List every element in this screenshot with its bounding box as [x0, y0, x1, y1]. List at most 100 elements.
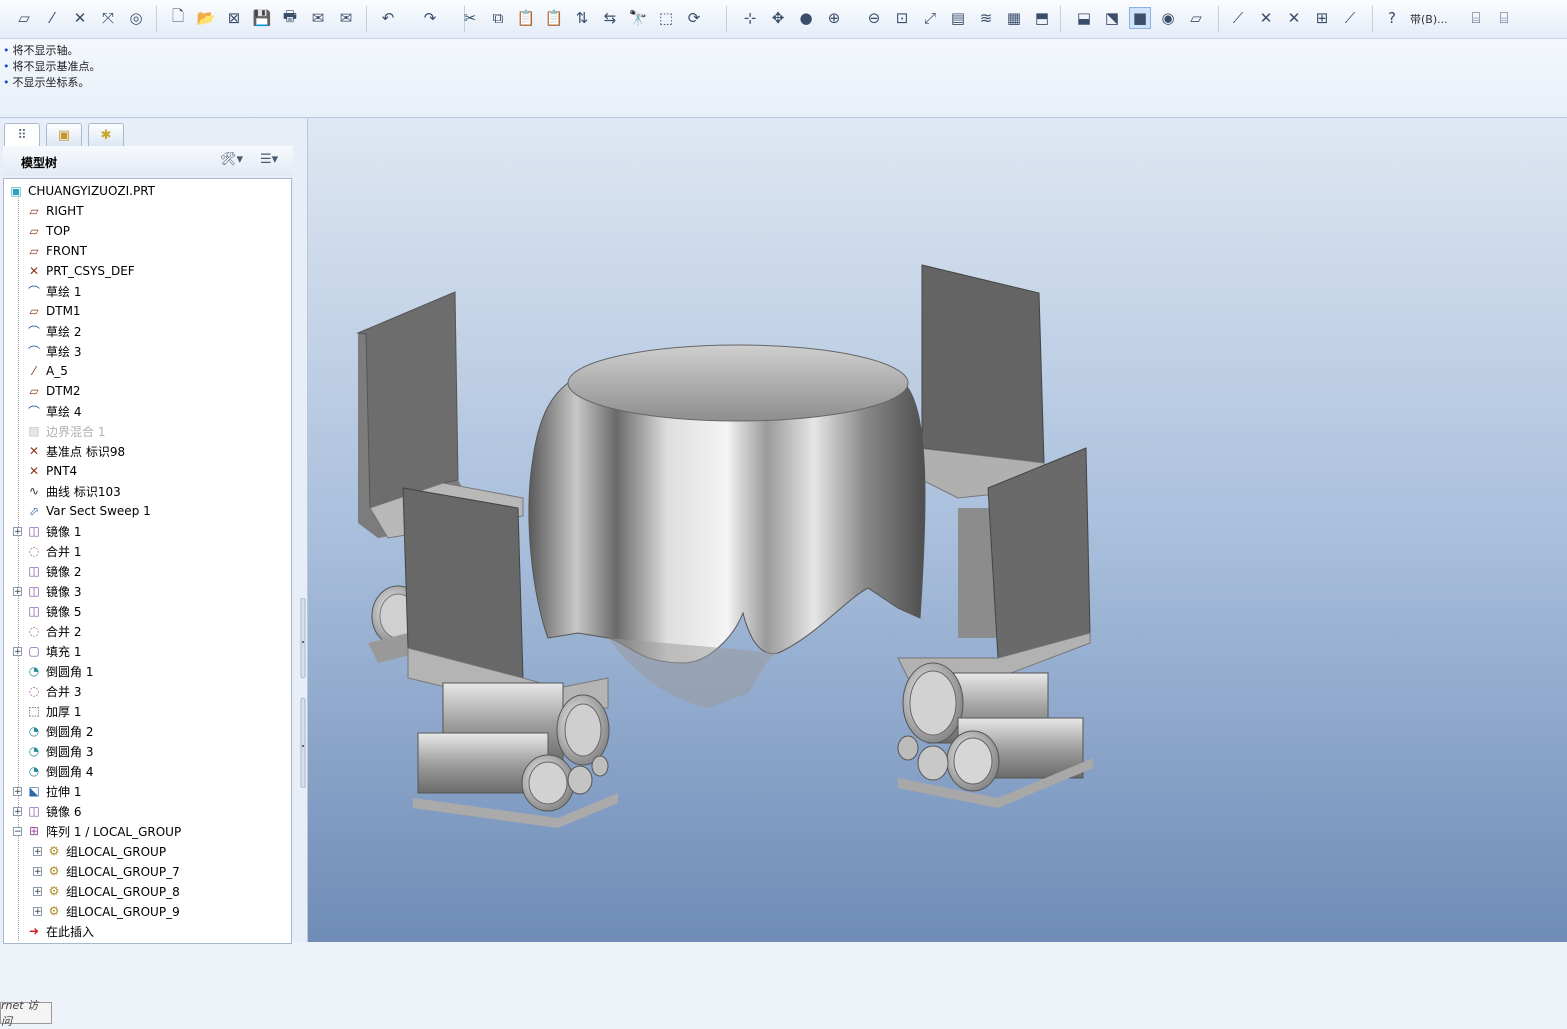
tree-item[interactable]: ∿ 曲线 标识103 — [26, 481, 121, 501]
select-box-icon[interactable]: ⬚ — [655, 7, 677, 29]
datum-plane-display-icon[interactable]: ▱ — [13, 7, 35, 29]
tree-expander-icon[interactable]: − — [13, 827, 22, 837]
tree-item[interactable]: ⬚ 加厚 1 — [26, 701, 81, 721]
enhanced-realism-icon[interactable]: ◉ — [1157, 7, 1179, 29]
repaint-icon[interactable]: ⟳ — [683, 7, 705, 29]
open-file-icon[interactable]: 📂 — [195, 7, 217, 29]
layers-icon[interactable]: ≋ — [975, 7, 997, 29]
tree-item[interactable]: ▢ 填充 1 — [26, 641, 81, 661]
analysis-icon[interactable]: ⌸ — [1493, 7, 1515, 29]
wireframe-icon[interactable]: ⬒ — [1031, 7, 1053, 29]
redo-icon[interactable]: ↷ — [419, 7, 441, 29]
cut-icon[interactable]: ✂ — [459, 7, 481, 29]
axis-tool-icon[interactable]: ⟋ — [1227, 7, 1249, 29]
regen-manager-icon[interactable]: ⇆ — [599, 7, 621, 29]
tree-show-icon[interactable]: ☰▾ — [260, 152, 278, 167]
tree-expander-icon[interactable]: + — [13, 647, 22, 657]
find-icon[interactable]: 🔭 — [627, 7, 649, 29]
orient-icon[interactable]: ⊹ — [739, 7, 761, 29]
favorites-tab[interactable]: ✱ — [88, 123, 124, 146]
tree-item[interactable]: ▨ 边界混合 1 — [26, 421, 105, 441]
tree-item[interactable]: ✕ 基准点 标识98 — [26, 441, 125, 461]
tree-item[interactable]: ⚙ 组LOCAL_GROUP_8 — [46, 881, 180, 901]
tree-item[interactable]: ◌ 合并 3 — [26, 681, 82, 701]
tree-item[interactable]: ▱ RIGHT — [26, 201, 83, 221]
spin-center-icon[interactable]: ◎ — [125, 7, 147, 29]
tree-item[interactable]: ⚙ 组LOCAL_GROUP — [46, 841, 166, 861]
tree-item[interactable]: ⊞ 阵列 1 / LOCAL_GROUP — [26, 821, 181, 841]
tree-item[interactable]: ⬀ Var Sect Sweep 1 — [26, 501, 151, 521]
measure-icon[interactable]: ⌸ — [1465, 7, 1487, 29]
refit-icon[interactable]: ⊡ — [891, 7, 913, 29]
tree-item[interactable]: ⌒ 草绘 1 — [26, 281, 81, 301]
regenerate-icon[interactable]: ⇅ — [571, 7, 593, 29]
save-icon[interactable]: 💾 — [251, 7, 273, 29]
annotation-icon[interactable]: ⊞ — [1311, 7, 1333, 29]
chair-model-render[interactable] — [308, 118, 1567, 942]
panel-splitter[interactable] — [300, 598, 306, 788]
display-style-label[interactable]: 带(B)... — [1410, 11, 1448, 27]
tree-item[interactable]: ⚙ 组LOCAL_GROUP_7 — [46, 861, 180, 881]
tree-expander-icon[interactable]: + — [13, 787, 22, 797]
tree-item[interactable]: ▱ DTM2 — [26, 381, 80, 401]
tree-item[interactable]: ◔ 倒圆角 1 — [26, 661, 94, 681]
tree-item[interactable]: ⚙ 组LOCAL_GROUP_9 — [46, 901, 180, 921]
print-icon[interactable]: 🖶 — [279, 7, 301, 29]
tree-item[interactable]: ▱ FRONT — [26, 241, 87, 261]
tree-expander-icon[interactable]: + — [13, 527, 22, 537]
paste-special-icon[interactable]: 📋 — [543, 7, 565, 29]
close-window-icon[interactable]: ⊠ — [223, 7, 245, 29]
zoom-in-icon[interactable]: ⊕ — [823, 7, 845, 29]
undo-icon[interactable]: ↶ — [377, 7, 399, 29]
tree-item[interactable]: ◌ 合并 2 — [26, 621, 82, 641]
tree-item[interactable]: ◫ 镜像 5 — [26, 601, 81, 621]
tree-item[interactable]: ⌒ 草绘 2 — [26, 321, 81, 341]
tree-item[interactable]: ⬕ 拉伸 1 — [26, 781, 81, 801]
tree-item[interactable]: ◫ 镜像 2 — [26, 561, 81, 581]
tree-item[interactable]: ◔ 倒圆角 4 — [26, 761, 94, 781]
csys-tool-icon[interactable]: ✕ — [1283, 7, 1305, 29]
new-file-icon[interactable]: 🗋 — [167, 7, 189, 29]
tree-item[interactable]: ▱ DTM1 — [26, 301, 80, 321]
tree-item[interactable]: ◔ 倒圆角 2 — [26, 721, 94, 741]
sketch-curve-icon[interactable]: ⟋ — [1339, 7, 1361, 29]
tree-item[interactable]: ⌒ 草绘 3 — [26, 341, 81, 361]
tree-item[interactable]: ▣ CHUANGYIZUOZI.PRT — [8, 181, 155, 201]
point-display-icon[interactable]: ✕ — [69, 7, 91, 29]
folder-browser-tab[interactable]: ▣ — [46, 123, 82, 146]
plane-tool-icon[interactable]: ▱ — [1185, 7, 1207, 29]
tree-expander-icon[interactable]: + — [33, 847, 42, 857]
hidden-line-icon[interactable]: ⬓ — [1073, 7, 1095, 29]
whats-this-icon[interactable]: ? — [1381, 7, 1403, 29]
tree-item[interactable]: ✕ PRT_CSYS_DEF — [26, 261, 135, 281]
view-orient-icon[interactable]: ⤢ — [919, 7, 941, 29]
tree-item[interactable]: ⁄ A_5 — [26, 361, 68, 381]
spin-icon[interactable]: ✥ — [767, 7, 789, 29]
view-manager-icon[interactable]: ▦ — [1003, 7, 1025, 29]
tree-expander-icon[interactable]: + — [13, 587, 22, 597]
point-tool-icon[interactable]: ✕ — [1255, 7, 1277, 29]
email-icon[interactable]: ✉ — [307, 7, 329, 29]
tree-item[interactable]: ◫ 镜像 6 — [26, 801, 81, 821]
render-sphere-icon[interactable]: ● — [795, 7, 817, 29]
tree-item[interactable]: ◫ 镜像 3 — [26, 581, 81, 601]
tree-item[interactable]: ✕ PNT4 — [26, 461, 77, 481]
paste-icon[interactable]: 📋 — [515, 7, 537, 29]
tree-expander-icon[interactable]: + — [33, 867, 42, 877]
datum-axis-display-icon[interactable]: ⁄ — [41, 7, 63, 29]
tree-item[interactable]: ◌ 合并 1 — [26, 541, 82, 561]
tree-expander-icon[interactable]: + — [33, 907, 42, 917]
tree-expander-icon[interactable]: + — [33, 887, 42, 897]
tree-settings-icon[interactable]: 🛠▾ — [220, 152, 243, 167]
copy-icon[interactable]: ⧉ — [487, 7, 509, 29]
shading-icon[interactable]: ■ — [1129, 7, 1151, 29]
no-hidden-icon[interactable]: ⬔ — [1101, 7, 1123, 29]
zoom-out-icon[interactable]: ⊖ — [863, 7, 885, 29]
graphics-viewport[interactable] — [308, 118, 1567, 942]
tree-item[interactable]: ⌒ 草绘 4 — [26, 401, 81, 421]
tree-expander-icon[interactable]: + — [13, 807, 22, 817]
csys-display-icon[interactable]: ⤧ — [97, 7, 119, 29]
saved-views-icon[interactable]: ▤ — [947, 7, 969, 29]
tree-item[interactable]: ◫ 镜像 1 — [26, 521, 81, 541]
tree-item[interactable]: ▱ TOP — [26, 221, 70, 241]
